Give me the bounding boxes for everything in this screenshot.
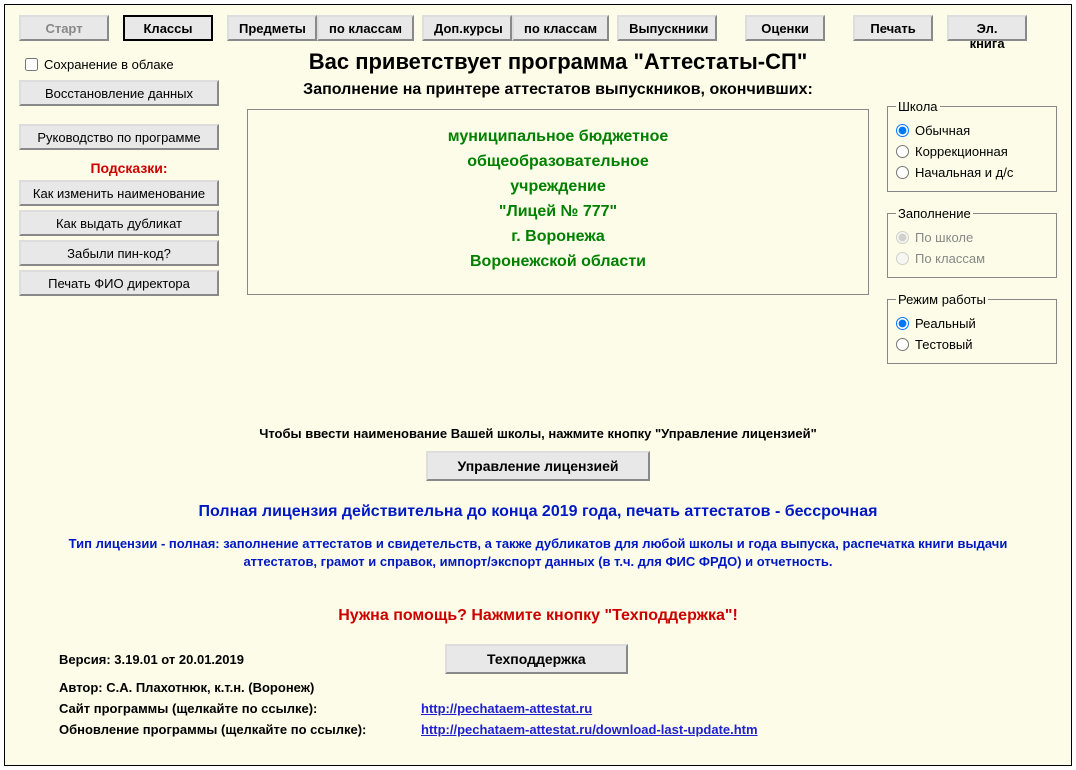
manual-button[interactable]: Руководство по программе: [19, 124, 219, 150]
school-type-correctional[interactable]: Коррекционная: [896, 141, 1048, 162]
restore-data-button[interactable]: Восстановление данных: [19, 80, 219, 106]
school-line: г. Воронежа: [258, 224, 858, 249]
subjects-by-classes-button[interactable]: по классам: [317, 15, 414, 41]
start-button[interactable]: Старт: [19, 15, 109, 41]
work-mode-group: Режим работы Реальный Тестовый: [887, 292, 1057, 364]
fill-by-classes: По классам: [896, 248, 1048, 269]
license-type: Тип лицензии - полная: заполнение аттест…: [25, 535, 1051, 571]
graduates-button[interactable]: Выпускники: [617, 15, 717, 41]
site-label: Сайт программы (щелкайте по ссылке):: [59, 701, 421, 716]
school-line: учреждение: [258, 174, 858, 199]
site-link[interactable]: http://pechataem-attestat.ru: [421, 701, 592, 716]
school-line: общеобразовательное: [258, 149, 858, 174]
ebook-button[interactable]: Эл. книга: [947, 15, 1027, 41]
tip-duplicate-button[interactable]: Как выдать дубликат: [19, 210, 219, 236]
tip-director-button[interactable]: Печать ФИО директора: [19, 270, 219, 296]
license-status: Полная лицензия действительна до конца 2…: [25, 481, 1051, 535]
update-link[interactable]: http://pechataem-attestat.ru/download-la…: [421, 722, 758, 737]
app-window: Старт Классы Предметы по классам Доп.кур…: [4, 4, 1072, 766]
manage-license-button[interactable]: Управление лицензией: [426, 451, 651, 481]
license-hint: Чтобы ввести наименование Вашей школы, н…: [25, 378, 1051, 451]
info-block: Версия: 3.19.01 от 20.01.2019 Техподдерж…: [25, 641, 1051, 740]
grades-button[interactable]: Оценки: [745, 15, 825, 41]
classes-button[interactable]: Классы: [123, 15, 213, 41]
tech-support-button[interactable]: Техподдержка: [445, 644, 628, 674]
school-type-legend: Школа: [896, 99, 940, 114]
tip-rename-button[interactable]: Как изменить наименование: [19, 180, 219, 206]
extra-by-classes-button[interactable]: по классам: [512, 15, 609, 41]
work-mode-legend: Режим работы: [896, 292, 988, 307]
subjects-button[interactable]: Предметы: [227, 15, 317, 41]
content-area: Сохранение в облаке Восстановление данны…: [5, 49, 1071, 378]
cloud-save-checkbox[interactable]: Сохранение в облаке: [19, 53, 239, 80]
mode-real[interactable]: Реальный: [896, 313, 1048, 334]
tips-header: Подсказки:: [19, 154, 239, 180]
tip-pin-button[interactable]: Забыли пин-код?: [19, 240, 219, 266]
school-line: Воронежской области: [258, 249, 858, 274]
school-line: "Лицей № 777": [258, 199, 858, 224]
extra-courses-button[interactable]: Доп.курсы: [422, 15, 512, 41]
mode-test[interactable]: Тестовый: [896, 334, 1048, 355]
school-type-elementary[interactable]: Начальная и д/с: [896, 162, 1048, 183]
fill-mode-legend: Заполнение: [896, 206, 973, 221]
app-subtitle: Заполнение на принтере аттестатов выпуск…: [239, 81, 877, 109]
fill-by-school: По школе: [896, 227, 1048, 248]
author-label: Автор: С.А. Плахотнюк, к.т.н. (Воронеж): [59, 680, 421, 695]
version-label: Версия: 3.19.01 от 20.01.2019: [59, 652, 421, 667]
school-line: муниципальное бюджетное: [258, 124, 858, 149]
bottom-panel: Чтобы ввести наименование Вашей школы, н…: [5, 378, 1071, 740]
app-title: Вас приветствует программа "Аттестаты-СП…: [239, 49, 877, 81]
help-prompt: Нужна помощь? Нажмите кнопку "Техподдерж…: [25, 571, 1051, 641]
left-panel: Сохранение в облаке Восстановление данны…: [19, 49, 239, 378]
school-name-box: муниципальное бюджетное общеобразователь…: [247, 109, 869, 295]
cloud-save-label: Сохранение в облаке: [44, 57, 174, 72]
main-panel: Вас приветствует программа "Аттестаты-СП…: [239, 49, 877, 378]
main-toolbar: Старт Классы Предметы по классам Доп.кур…: [5, 5, 1071, 49]
school-type-group: Школа Обычная Коррекционная Начальная и …: [887, 99, 1057, 192]
print-button[interactable]: Печать: [853, 15, 933, 41]
school-type-ordinary[interactable]: Обычная: [896, 120, 1048, 141]
fill-mode-group: Заполнение По школе По классам: [887, 206, 1057, 278]
update-label: Обновление программы (щелкайте по ссылке…: [59, 722, 421, 737]
cloud-save-input[interactable]: [25, 58, 38, 71]
right-panel: Школа Обычная Коррекционная Начальная и …: [877, 49, 1057, 378]
